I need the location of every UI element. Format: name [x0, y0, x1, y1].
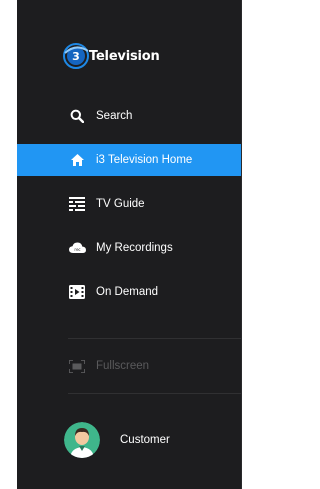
- user-name: Customer: [120, 434, 170, 446]
- nav-item-search[interactable]: Search: [17, 100, 241, 132]
- nav-item-fullscreen: Fullscreen: [17, 350, 241, 382]
- cloud-icon: rec: [68, 239, 86, 257]
- nav-item-my-recordings[interactable]: rec My Recordings: [17, 232, 241, 264]
- nav-item-tv-guide[interactable]: TV Guide: [17, 188, 241, 220]
- nav-item-label: On Demand: [96, 286, 159, 298]
- nav-item-label: i3 Television Home: [96, 154, 193, 166]
- nav-item-label: Search: [96, 110, 133, 122]
- brand-logo[interactable]: 3 Television: [61, 36, 160, 76]
- tv-guide-icon: [68, 195, 86, 213]
- svg-text:3: 3: [72, 50, 80, 63]
- divider: [68, 338, 241, 339]
- search-icon: [68, 107, 86, 125]
- nav-item-label: My Recordings: [96, 242, 173, 254]
- nav-item-label: Fullscreen: [96, 360, 150, 372]
- avatar: [64, 422, 100, 458]
- home-icon: [68, 151, 86, 169]
- sidebar: 3 Television Search i3 Television Home T…: [17, 0, 242, 489]
- divider: [68, 393, 241, 394]
- user-profile[interactable]: Customer: [17, 420, 241, 460]
- nav-item-home[interactable]: i3 Television Home: [17, 144, 241, 176]
- fullscreen-icon: [68, 357, 86, 375]
- nav-item-label: TV Guide: [96, 198, 145, 210]
- svg-text:rec: rec: [74, 247, 80, 252]
- film-icon: [68, 283, 86, 301]
- i3-logo-icon: 3: [63, 43, 89, 69]
- brand-name: Television: [89, 48, 160, 64]
- nav-item-on-demand[interactable]: On Demand: [17, 276, 241, 308]
